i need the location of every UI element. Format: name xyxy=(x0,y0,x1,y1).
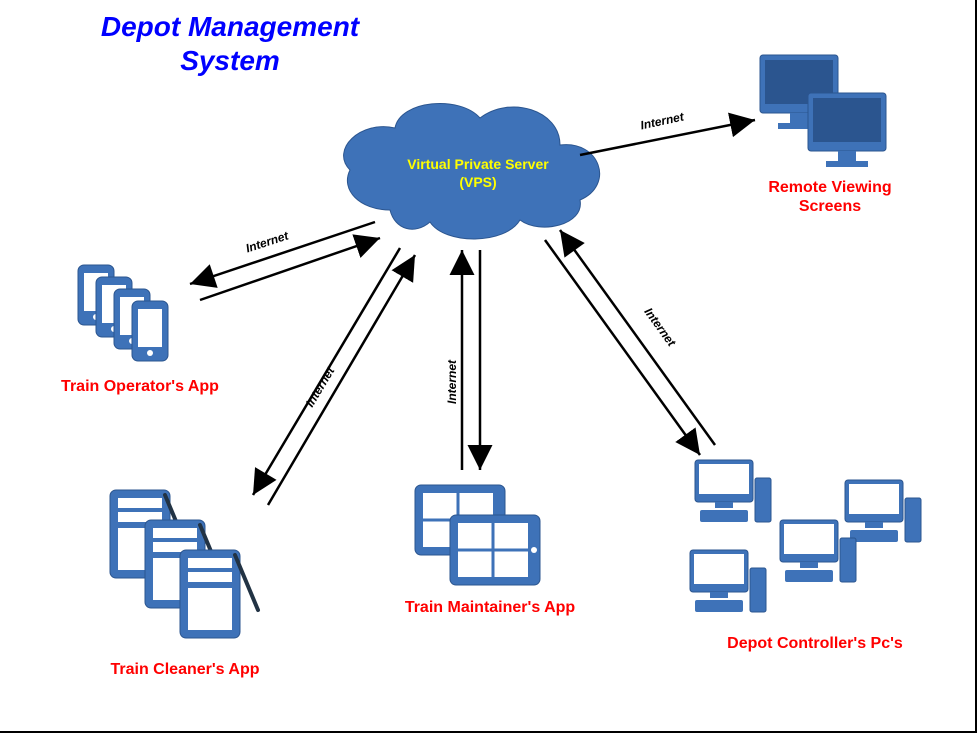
diagram-title: Depot Management System xyxy=(100,10,360,77)
label-train-cleaner: Train Cleaner's App xyxy=(85,660,285,679)
monitors-icon xyxy=(760,55,886,167)
phones-icon xyxy=(78,265,168,361)
edge-label-cleaner: Internet xyxy=(303,365,338,410)
tablets-icon xyxy=(415,485,540,585)
svg-layer xyxy=(0,0,977,733)
title-line1: Depot Management xyxy=(101,11,359,42)
cloud-text-1: Virtual Private Server xyxy=(407,156,548,172)
cloud-label: Virtual Private Server (VPS) xyxy=(403,155,553,191)
edge-label-maintainer: Internet xyxy=(445,360,459,404)
title-line2: System xyxy=(180,45,280,76)
edge-label-operator: Internet xyxy=(244,229,290,256)
label-train-maintainer: Train Maintainer's App xyxy=(380,598,600,617)
cloud-text-2: (VPS) xyxy=(459,174,496,190)
diagram-canvas: Depot Management System xyxy=(0,0,977,733)
handhelds-icon xyxy=(110,490,258,638)
label-depot-controller: Depot Controller's Pc's xyxy=(700,634,930,653)
arrow-to-controller xyxy=(545,230,715,455)
label-train-operator: Train Operator's App xyxy=(40,377,240,396)
edge-label-controller: Internet xyxy=(641,305,678,349)
label-remote-2: Screens xyxy=(799,198,861,215)
edge-label-remote: Internet xyxy=(639,110,685,133)
desktops-icon xyxy=(690,460,921,612)
arrow-to-maintainer xyxy=(462,250,480,470)
label-remote-1: Remote Viewing xyxy=(768,179,891,196)
label-remote-viewing: Remote Viewing Screens xyxy=(740,178,920,216)
